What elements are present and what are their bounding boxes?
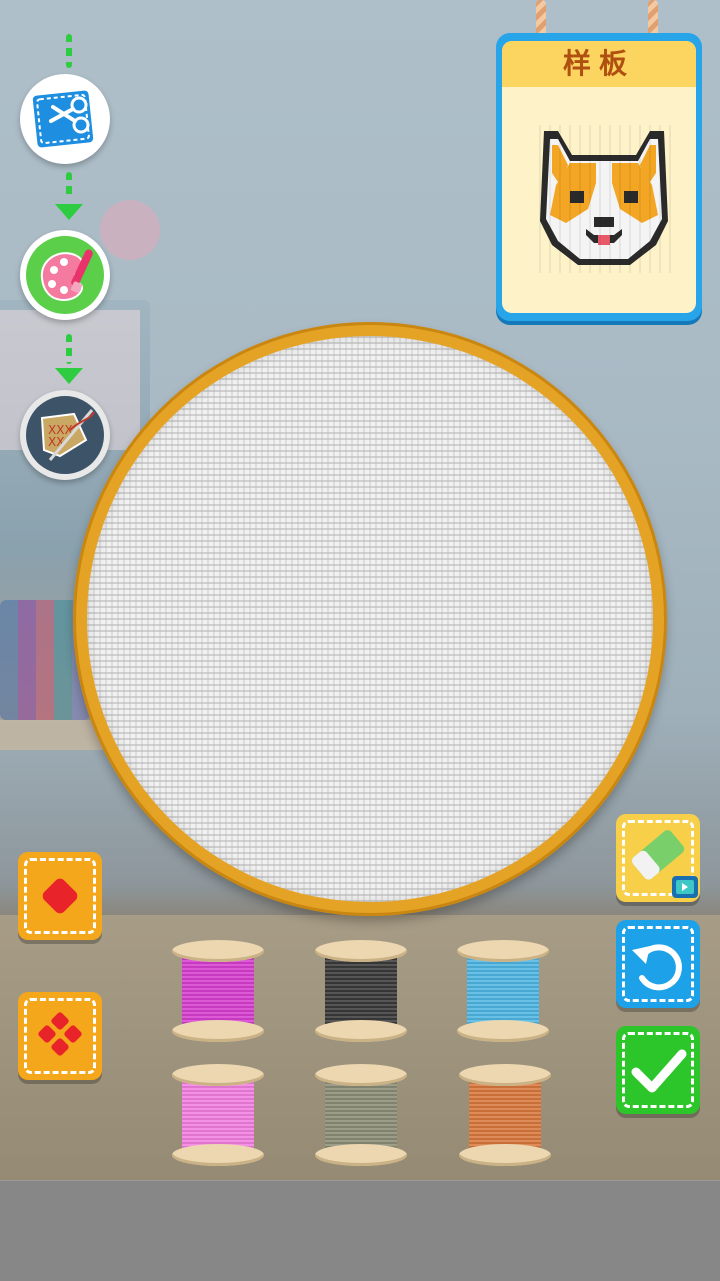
single-stitch-icon	[42, 878, 78, 914]
spool-cap	[172, 940, 264, 962]
thread-spool-sky-blue[interactable]	[457, 940, 549, 1042]
spool-cap	[172, 1144, 264, 1166]
thread-color	[467, 952, 539, 1028]
step-connector	[66, 334, 72, 364]
step-connector	[66, 172, 72, 200]
background-decoration	[100, 200, 160, 260]
stitching-canvas[interactable]	[87, 336, 653, 902]
embroidery-hoop	[73, 322, 667, 916]
sample-card-body: 样板	[502, 41, 696, 313]
spool-cap	[457, 940, 549, 962]
cluster-stitch-icon	[38, 1012, 82, 1056]
hanging-rope	[536, 0, 546, 36]
cluster-stitch-tool-button[interactable]	[18, 992, 102, 1080]
thread-color	[182, 952, 254, 1028]
sample-card-title: 样板	[502, 41, 696, 87]
spool-cap	[459, 1064, 551, 1086]
spool-cap	[315, 1064, 407, 1086]
hanging-rope	[648, 0, 658, 36]
thread-spool-olive-grey[interactable]	[315, 1064, 407, 1166]
confirm-check-icon	[631, 1049, 687, 1093]
spool-cap	[315, 1144, 407, 1166]
step-cut-fabric	[20, 74, 110, 164]
thread-color	[325, 1076, 397, 1152]
thread-spool-magenta[interactable]	[172, 940, 264, 1042]
spool-cap	[457, 1020, 549, 1042]
needle-thread-icon: XXX XX	[26, 396, 104, 474]
spool-cap	[172, 1064, 264, 1086]
sample-pattern-card[interactable]: 样板	[496, 33, 702, 321]
eraser-video-icon	[631, 830, 698, 898]
undo-icon	[632, 944, 682, 991]
spool-cap	[315, 940, 407, 962]
thread-spool-black[interactable]	[315, 940, 407, 1042]
step-arrow-icon	[55, 368, 83, 384]
bottom-bar	[0, 1180, 720, 1281]
undo-button[interactable]	[616, 920, 700, 1008]
thread-color	[469, 1076, 541, 1152]
spool-cap	[315, 1020, 407, 1042]
step-cross-stitch: XXX XX	[20, 390, 110, 480]
thread-spool-pink[interactable]	[172, 1064, 264, 1166]
corgi-pattern-icon	[539, 125, 671, 273]
confirm-button[interactable]	[616, 1026, 700, 1114]
scissors-fabric-icon	[26, 80, 104, 158]
step-color-palette	[20, 230, 110, 320]
step-arrow-icon	[55, 204, 83, 220]
corgi-pattern-preview	[530, 125, 678, 277]
spool-cap	[459, 1144, 551, 1166]
thread-color	[325, 952, 397, 1028]
thread-spool-orange[interactable]	[459, 1064, 551, 1166]
eraser-button[interactable]	[616, 814, 700, 902]
thread-color	[182, 1076, 254, 1152]
step-connector	[66, 34, 72, 68]
single-stitch-tool-button[interactable]	[18, 852, 102, 940]
spool-cap	[172, 1020, 264, 1042]
palette-icon	[26, 236, 104, 314]
